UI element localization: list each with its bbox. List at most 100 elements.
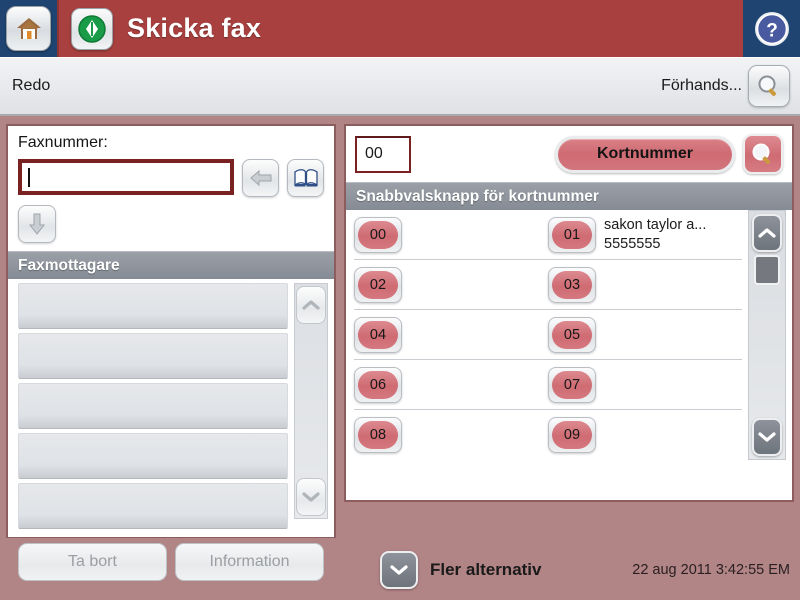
more-options-button[interactable] [380,551,418,589]
address-book-icon [293,169,318,187]
speed-dial-scroll-down-button[interactable] [752,418,782,456]
speed-dial-code-field[interactable] [365,137,409,171]
speed-dial-key[interactable]: 05 [548,316,596,353]
list-item[interactable] [18,433,288,479]
recipients-scrollbar[interactable] [294,283,328,519]
fax-number-field[interactable] [29,163,231,191]
chevron-down-icon [390,565,408,575]
speed-dial-entry[interactable]: 06 [354,366,548,403]
add-recipient-button[interactable] [18,205,56,243]
recipients-list-area [8,279,334,537]
back-arrow-icon [249,169,272,187]
table-row: 00 01 sakon taylor a... 5555555 [354,210,742,260]
send-fax-icon-plate [71,7,113,50]
list-item[interactable] [18,333,288,379]
speed-dial-key[interactable]: 08 [354,417,402,453]
recipients-header: Faxmottagare [8,251,334,279]
chevron-up-icon [758,228,776,238]
speed-dial-key-label: 02 [358,270,398,299]
home-button[interactable] [0,0,57,57]
speed-dial-button[interactable]: Kortnummer [555,135,735,173]
magnifier-red-icon [752,143,771,165]
table-row: 02 03 [354,260,742,310]
speed-dial-scroll-up-button[interactable] [752,214,782,252]
chevron-up-icon [302,300,320,310]
table-row: 06 07 [354,360,742,410]
chevron-down-icon [302,492,320,502]
speed-dial-key-label: 06 [358,370,398,399]
speed-dial-key[interactable]: 06 [354,366,402,403]
footer-bar: Fler alternativ 22 aug 2011 3:42:55 EM [0,540,800,600]
speed-dial-scrollbar[interactable] [748,210,786,460]
speed-dial-entry-text: sakon taylor a... 5555555 [604,216,706,252]
speed-dial-section-header: Snabbvalsknapp för kortnummer [346,182,792,210]
speed-dial-entry[interactable]: 09 [548,417,742,453]
speed-dial-scroll-thumb[interactable] [754,255,780,285]
down-arrow-icon [28,213,46,235]
speed-dial-code-input[interactable] [355,135,411,173]
help-icon: ? [754,11,789,46]
speed-dial-key[interactable]: 00 [354,216,402,253]
table-row: 08 09 [354,410,742,460]
preview-area[interactable]: Förhands... [661,65,800,107]
fax-number-row [18,159,324,197]
add-recipient-row [18,205,324,243]
timestamp: 22 aug 2011 3:42:55 EM [632,562,790,578]
recipients-scroll-up-button[interactable] [296,286,326,324]
preview-label: Förhands... [661,77,742,94]
speed-dial-key-label: 00 [358,220,398,249]
list-item[interactable] [18,483,288,529]
svg-text:?: ? [766,20,778,41]
address-book-button[interactable] [287,159,324,197]
chevron-down-icon [758,432,776,442]
speed-dial-key[interactable]: 07 [548,366,596,403]
speed-dial-key-label: 03 [552,270,592,299]
recipients-scroll-track[interactable] [295,324,327,478]
speed-dial-grid-area: 00 01 sakon taylor a... 5555555 02 03 04… [346,210,792,466]
speed-dial-entry[interactable]: 00 [354,216,548,253]
speed-dial-entry[interactable]: 05 [548,316,742,353]
list-item[interactable] [18,383,288,429]
entry-name: sakon taylor a... [604,217,707,234]
fax-number-input[interactable] [18,159,235,195]
speed-dial-entry[interactable]: 08 [354,417,548,453]
entry-number: 5555555 [604,235,661,252]
speed-dial-key[interactable]: 03 [548,266,596,303]
page-title: Skicka fax [127,13,262,43]
list-item[interactable] [18,283,288,329]
speed-dial-scroll-track[interactable] [749,252,785,418]
speed-dial-entry[interactable]: 07 [548,366,742,403]
fax-number-section: Faxnummer: [8,126,334,251]
speed-dial-key-label: 04 [358,320,398,349]
top-bar: Skicka fax ? [0,0,800,57]
home-button-plate [6,6,51,51]
speed-dial-panel: Kortnummer Snabbvalsknapp för kortnummer… [344,124,794,502]
speed-dial-key[interactable]: 09 [548,417,596,453]
speed-dial-key[interactable]: 02 [354,266,402,303]
fax-number-label: Faxnummer: [18,134,108,151]
back-button[interactable] [242,159,280,197]
green-start-icon [78,14,106,43]
speed-dial-key[interactable]: 04 [354,316,402,353]
help-button[interactable]: ? [743,0,800,57]
speed-dial-entry[interactable]: 01 sakon taylor a... 5555555 [548,216,742,253]
app-title-area: Skicka fax [57,0,743,57]
speed-dial-entry[interactable]: 03 [548,266,742,303]
recipients-list [18,283,288,533]
speed-dial-key-label: 08 [358,421,398,449]
status-text: Redo [12,77,51,94]
speed-dial-entry[interactable]: 02 [354,266,548,303]
speed-dial-key[interactable]: 01 [548,216,596,253]
more-options-label: Fler alternativ [430,560,542,579]
speed-dial-search-button[interactable] [743,134,783,174]
status-bar: Redo Förhands... [0,57,800,116]
speed-dial-grid: 00 01 sakon taylor a... 5555555 02 03 04… [354,210,742,460]
fax-number-panel: Faxnummer: Faxmottagare Ta bort Informat… [6,124,336,581]
speed-dial-key-label: 01 [552,220,592,249]
speed-dial-entry[interactable]: 04 [354,316,548,353]
speed-dial-key-label: 09 [552,421,592,449]
table-row: 04 05 [354,310,742,360]
recipients-scroll-down-button[interactable] [296,478,326,516]
preview-button[interactable] [748,65,790,107]
home-icon [16,17,41,39]
